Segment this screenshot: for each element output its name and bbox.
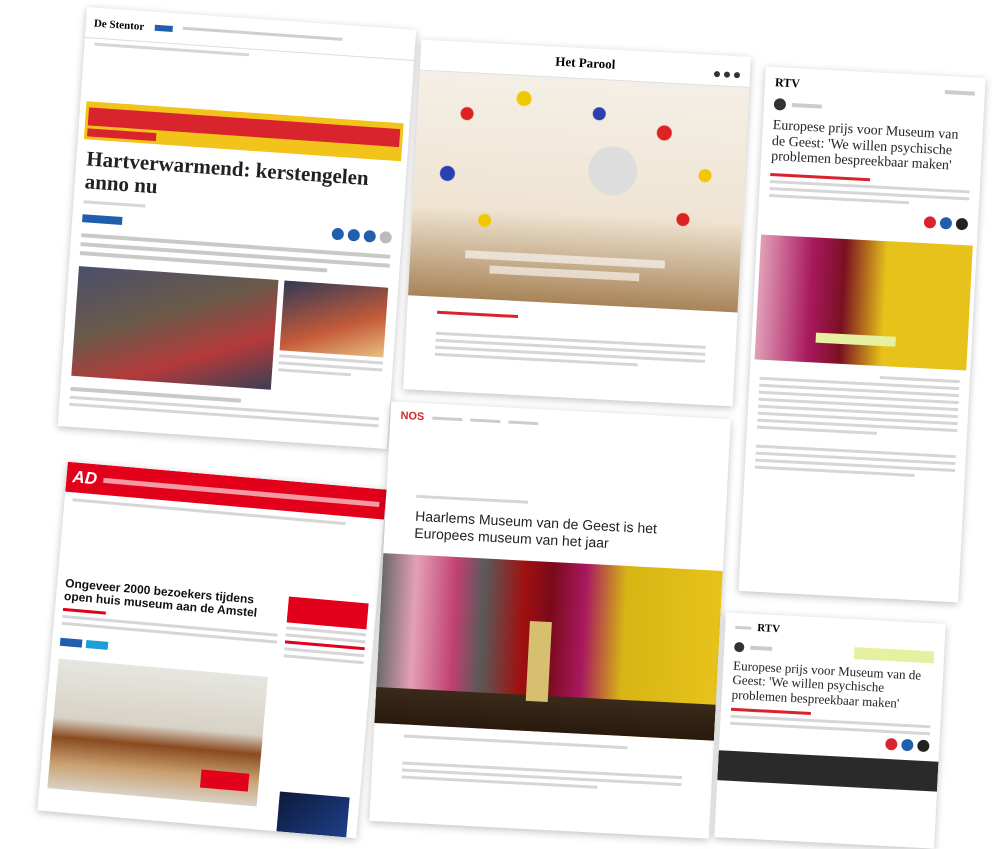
- article-screenshot-hetparool: Het Parool: [403, 39, 751, 407]
- article-screenshot-rtv-top: RTV Europese prijs voor Museum van de Ge…: [738, 66, 986, 603]
- logo: RTV: [756, 622, 781, 636]
- masthead: Het Parool: [555, 53, 616, 72]
- side-photo: [279, 280, 389, 358]
- masthead: De Stentor: [93, 17, 145, 34]
- logo: NOS: [400, 409, 425, 424]
- logo: AD: [71, 467, 98, 489]
- logo: RTV: [774, 75, 801, 91]
- article-screenshot-nos: NOS Haarlems Museum van de Geest is het …: [369, 401, 731, 839]
- article-screenshot-ad: AD Ongeveer 2000 bezoekers tijdens open …: [37, 461, 387, 839]
- article-screenshot-rtv-bottom: RTV Europese prijs voor Museum van de Ge…: [714, 612, 946, 849]
- article-screenshot-destentor: De Stentor Hartverwarmend: kerstengelen …: [57, 7, 417, 449]
- headline: Europese prijs voor Museum van de Geest:…: [770, 118, 959, 174]
- article-photo: [47, 658, 268, 807]
- article-photo: [71, 266, 279, 391]
- article-photo: [407, 70, 750, 313]
- article-photo: [754, 234, 973, 371]
- article-photo: [374, 553, 723, 741]
